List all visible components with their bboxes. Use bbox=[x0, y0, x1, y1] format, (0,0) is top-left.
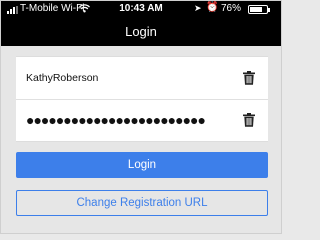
battery-icon bbox=[248, 5, 270, 14]
battery-percent: 76% bbox=[221, 3, 242, 14]
login-button[interactable]: Login bbox=[16, 152, 268, 178]
battery-fill bbox=[250, 7, 262, 12]
location-arrow-icon: ➤ bbox=[194, 3, 202, 13]
clear-password-trash-icon[interactable] bbox=[243, 113, 255, 127]
clear-username-trash-icon[interactable] bbox=[243, 71, 255, 85]
nav-bar: Login bbox=[1, 18, 281, 46]
username-row bbox=[16, 57, 268, 100]
status-bar: T-Mobile Wi-Fi 10:43 AM ➤ ⏰ 76% bbox=[1, 1, 281, 18]
username-field[interactable] bbox=[26, 67, 231, 89]
change-registration-url-button[interactable]: Change Registration URL bbox=[16, 190, 268, 216]
password-field[interactable] bbox=[26, 109, 231, 131]
alarm-icon: ⏰ bbox=[206, 2, 219, 13]
app-frame: T-Mobile Wi-Fi 10:43 AM ➤ ⏰ 76% Login Ka… bbox=[0, 0, 282, 234]
credentials-card bbox=[16, 56, 268, 142]
password-row bbox=[16, 99, 268, 141]
page-title: Login bbox=[125, 24, 157, 39]
